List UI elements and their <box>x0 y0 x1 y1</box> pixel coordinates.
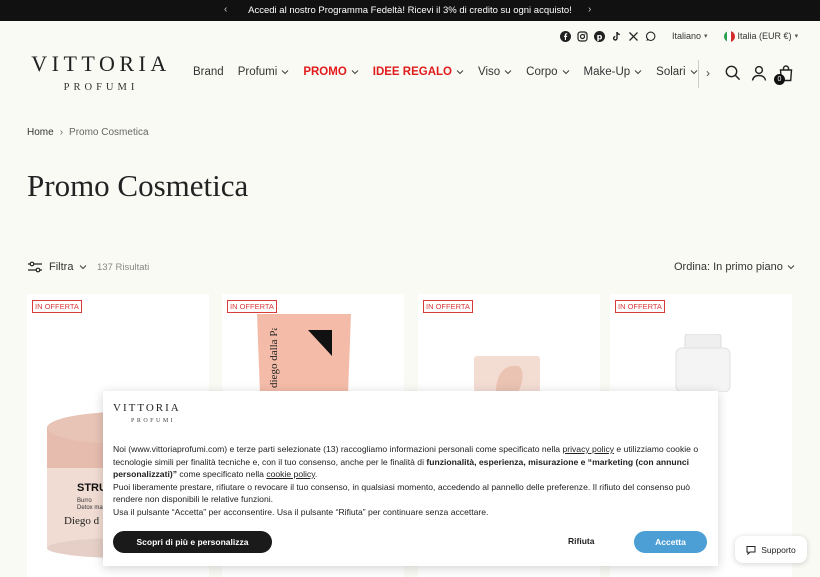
nav-label: PROMO <box>303 66 347 78</box>
support-label: Supporto <box>761 544 796 555</box>
chevron-down-icon <box>281 70 289 75</box>
sort-label: Ordina: In primo piano <box>674 261 783 273</box>
nav-item-viso[interactable]: Viso <box>478 66 512 78</box>
search-icon[interactable] <box>724 64 742 82</box>
nav-label: Solari <box>656 66 686 78</box>
cookie-text: Noi (www.vittoriaprofumi.com) e terze pa… <box>113 443 709 518</box>
chevron-down-icon <box>787 265 795 270</box>
nav-item-makeup[interactable]: Make-Up <box>584 66 643 78</box>
cookie-policy-link[interactable]: cookie policy <box>266 469 315 479</box>
page-title: Promo Cosmetica <box>27 168 249 203</box>
country-label: Italia (EUR €) <box>737 31 792 41</box>
announcement-text[interactable]: Accedi al nostro Programma Fedeltà! Rice… <box>248 5 572 16</box>
cookie-logo-main: VITTORIA <box>113 402 181 414</box>
whatsapp-icon[interactable] <box>645 31 656 42</box>
language-selector[interactable]: Italiano ▾ <box>672 31 708 41</box>
nav-label: Brand <box>193 66 224 78</box>
nav-divider <box>698 60 699 88</box>
product-brand: Diego d <box>64 515 100 527</box>
logo-main: VITTORIA <box>31 51 171 76</box>
support-button[interactable]: Supporto <box>735 536 807 563</box>
chat-icon <box>746 545 756 555</box>
account-icon[interactable] <box>750 64 768 82</box>
filter-button[interactable]: Filtra <box>27 261 87 273</box>
filter-sliders-icon <box>28 261 42 273</box>
chevron-down-icon <box>690 70 697 75</box>
nav-item-solari[interactable]: Solari <box>656 66 697 78</box>
breadcrumb: Home › Promo Cosmetica <box>27 127 149 138</box>
chevron-down-icon: ▾ <box>794 33 799 40</box>
chevron-down-icon <box>562 70 569 75</box>
cookie-banner: VITTORIA PROFUMI Noi (www.vittoriaprofum… <box>103 391 718 566</box>
nav-label: IDEE REGALO <box>372 66 452 78</box>
cookie-logo-sub: PROFUMI <box>131 418 176 424</box>
announcement-prev-icon[interactable]: ‹ <box>224 4 227 15</box>
x-icon[interactable] <box>628 31 639 42</box>
customize-button[interactable]: Scopri di più e personalizza <box>113 531 272 553</box>
product-brand: diego dalla Palma <box>268 328 280 388</box>
nav-item-promo[interactable]: PROMO <box>303 66 359 78</box>
sale-badge: IN OFFERTA <box>32 300 82 313</box>
breadcrumb-current: Promo Cosmetica <box>69 127 149 138</box>
cart-count-badge: 0 <box>774 74 785 85</box>
chevron-down-icon <box>634 70 642 75</box>
breadcrumb-home[interactable]: Home <box>27 127 54 138</box>
language-label: Italiano <box>672 31 702 41</box>
chevron-down-icon <box>351 70 359 75</box>
product-image <box>474 356 540 392</box>
main-nav: Brand Profumi PROMO IDEE REGALO Viso Cor… <box>193 66 698 78</box>
sale-badge: IN OFFERTA <box>423 300 473 313</box>
site-logo[interactable]: VITTORIA PROFUMI <box>27 51 175 94</box>
cookie-logo: VITTORIA PROFUMI <box>113 402 181 424</box>
cookie-text-part: Puoi liberamente prestare, rifiutare o r… <box>113 481 691 505</box>
cookie-text-part: Noi (www.vittoriaprofumi.com) e terze pa… <box>113 444 563 454</box>
privacy-policy-link[interactable]: privacy policy <box>562 444 614 454</box>
nav-item-profumi[interactable]: Profumi <box>238 66 290 78</box>
nav-label: Corpo <box>526 66 558 78</box>
sort-select[interactable]: Ordina: In primo piano <box>674 261 795 273</box>
chevron-right-icon: › <box>59 127 64 138</box>
cookie-text-part: come specificato nella <box>177 469 267 479</box>
tiktok-icon[interactable] <box>611 31 622 42</box>
results-count: 137 Risultati <box>97 262 150 273</box>
logo-sub: PROFUMI <box>63 82 139 93</box>
nav-next-arrow-icon[interactable]: › <box>706 66 710 80</box>
cookie-text-part: . <box>314 469 318 479</box>
italy-flag-icon <box>723 30 735 42</box>
nav-item-brand[interactable]: Brand <box>193 66 224 78</box>
chevron-down-icon <box>456 70 464 75</box>
filter-label: Filtra <box>49 261 74 273</box>
nav-label: Profumi <box>237 66 278 78</box>
accept-button[interactable]: Accetta <box>634 531 707 553</box>
country-selector[interactable]: Italia (EUR €) ▾ <box>723 30 799 42</box>
facebook-icon[interactable] <box>560 30 571 42</box>
product-image <box>675 334 731 392</box>
announcement-bar: ‹ Accedi al nostro Programma Fedeltà! Ri… <box>0 0 820 21</box>
nav-label: Viso <box>478 66 501 78</box>
instagram-icon[interactable] <box>577 30 588 42</box>
cookie-text-part: Usa il pulsante “Accetta” per acconsenti… <box>113 506 489 517</box>
chevron-down-icon: ▾ <box>704 33 708 40</box>
sale-badge: IN OFFERTA <box>615 300 665 313</box>
nav-label: Make-Up <box>583 66 631 78</box>
sale-badge: IN OFFERTA <box>227 300 277 313</box>
product-label-line: Detox mas <box>77 505 106 511</box>
product-label-line: Burro <box>77 498 92 504</box>
announcement-next-icon[interactable]: › <box>588 4 591 15</box>
pinterest-icon[interactable]: p <box>594 30 605 42</box>
chevron-down-icon <box>504 70 512 75</box>
chevron-down-icon <box>80 265 87 270</box>
utility-bar: p Italiano ▾ Italia (EUR €) ▾ <box>560 28 798 44</box>
reject-button[interactable]: Rifiuta <box>568 536 594 546</box>
nav-item-idee-regalo[interactable]: IDEE REGALO <box>373 66 464 78</box>
nav-item-corpo[interactable]: Corpo <box>526 66 569 78</box>
svg-text:p: p <box>597 32 603 41</box>
